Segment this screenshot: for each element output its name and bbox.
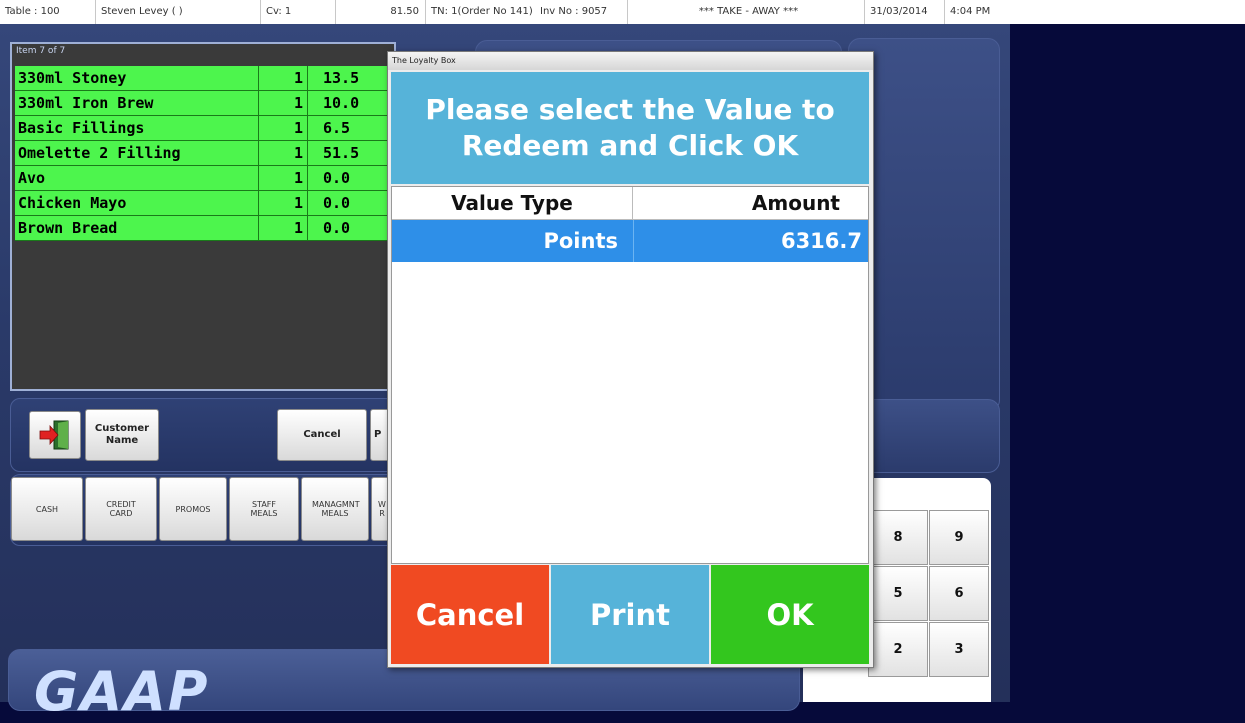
- partial-action-label: P: [374, 429, 382, 440]
- cash-label: CASH: [35, 504, 59, 514]
- item-price: 13.5: [323, 69, 360, 87]
- amount-cell: 6316.7: [780, 229, 862, 253]
- item-price: 10.0: [323, 94, 360, 112]
- exit-button[interactable]: [29, 411, 81, 459]
- item-qty: 1: [258, 141, 308, 165]
- item-qty: 1: [258, 91, 308, 115]
- loyalty-dialog: The Loyalty Box Please select the Value …: [387, 51, 874, 668]
- staff-meals-label: STAFF MEALS: [250, 500, 278, 518]
- dialog-print-label: Print: [589, 597, 670, 632]
- numpad-key-3[interactable]: 3: [929, 622, 989, 677]
- dialog-cancel-label: Cancel: [415, 597, 525, 632]
- numpad-key-6[interactable]: 6: [929, 566, 989, 621]
- value-type-cell: Points: [543, 229, 618, 253]
- promos-button[interactable]: PROMOS: [159, 477, 227, 541]
- dialog-ok-label: OK: [766, 597, 814, 632]
- status-time: 4:04 PM: [944, 0, 1014, 24]
- dialog-titlebar: The Loyalty Box: [388, 52, 873, 70]
- dialog-ok-button[interactable]: OK: [711, 565, 869, 664]
- cash-button[interactable]: CASH: [11, 477, 83, 541]
- cancel-order-label: Cancel: [303, 429, 341, 440]
- item-price: 0.0: [323, 194, 351, 212]
- status-mode: *** TAKE - AWAY ***: [627, 0, 864, 24]
- promos-label: PROMOS: [175, 504, 211, 514]
- item-price: 0.0: [323, 219, 351, 237]
- order-row[interactable]: Omelette 2 Filling 1 51.5: [15, 141, 394, 166]
- exit-icon: [39, 420, 69, 450]
- dialog-instruction-line1: Please select the Value to: [425, 93, 835, 126]
- item-price: 51.5: [323, 144, 360, 162]
- order-row[interactable]: Basic Fillings 1 6.5: [15, 116, 394, 141]
- status-tn: TN: 1(Order No 141): [425, 0, 535, 24]
- item-price: 6.5: [323, 119, 351, 137]
- item-qty: 1: [258, 116, 308, 140]
- dialog-header: Please select the Value to Redeem and Cl…: [391, 72, 869, 184]
- numpad-key-8[interactable]: 8: [868, 510, 928, 565]
- item-count: Item 7 of 7: [16, 46, 66, 56]
- status-bar: Table : 100 Steven Levey ( ) Cv: 1 81.50…: [0, 0, 1245, 24]
- numpad-key-2[interactable]: 2: [868, 622, 928, 677]
- credit-card-label: CREDIT CARD: [106, 500, 136, 518]
- status-customer: Steven Levey ( ): [95, 0, 260, 24]
- item-name: 330ml Stoney: [18, 69, 127, 87]
- order-row[interactable]: Avo 1 0.0: [15, 166, 394, 191]
- dialog-print-button[interactable]: Print: [551, 565, 709, 664]
- item-name: Omelette 2 Filling: [18, 144, 181, 162]
- item-name: Chicken Mayo: [18, 194, 127, 212]
- order-list[interactable]: Item 7 of 7 330ml Stoney 1 13.5 330ml Ir…: [10, 42, 396, 391]
- column-header-value-type: Value Type: [392, 187, 633, 219]
- payment-bar: CASH CREDIT CARD PROMOS STAFF MEALS MANA…: [10, 474, 412, 546]
- numpad-key-5[interactable]: 5: [868, 566, 928, 621]
- order-row[interactable]: 330ml Stoney 1 13.5: [15, 66, 394, 91]
- item-price: 0.0: [323, 169, 351, 187]
- item-qty: 1: [258, 216, 308, 240]
- item-qty: 1: [258, 66, 308, 90]
- customer-name-button[interactable]: Customer Name: [85, 409, 159, 461]
- order-row[interactable]: Brown Bread 1 0.0: [15, 216, 394, 241]
- value-row-points[interactable]: Points 6316.7: [392, 220, 868, 262]
- item-name: 330ml Iron Brew: [18, 94, 154, 112]
- customer-name-label: Customer Name: [94, 423, 150, 446]
- dialog-cancel-button[interactable]: Cancel: [391, 565, 549, 664]
- partial-payment-label: W R: [378, 500, 386, 518]
- brand-logo: GAAP: [34, 660, 210, 723]
- management-meals-button[interactable]: MANAGMNT MEALS: [301, 477, 369, 541]
- management-meals-label: MANAGMNT MEALS: [312, 500, 360, 518]
- status-table: Table : 100: [5, 6, 60, 17]
- numpad-key-9[interactable]: 9: [929, 510, 989, 565]
- item-name: Brown Bread: [18, 219, 118, 237]
- order-row[interactable]: 330ml Iron Brew 1 10.0: [15, 91, 394, 116]
- action-bar: Customer Name Cancel P: [10, 398, 412, 472]
- redeem-value-table: Value Type Amount Points 6316.7: [391, 186, 869, 564]
- credit-card-button[interactable]: CREDIT CARD: [85, 477, 157, 541]
- item-qty: 1: [258, 166, 308, 190]
- order-row[interactable]: Chicken Mayo 1 0.0: [15, 191, 394, 216]
- status-total: 81.50: [335, 0, 425, 24]
- column-header-amount: Amount: [633, 187, 868, 219]
- dialog-instruction-line2: Redeem and Click OK: [461, 129, 799, 162]
- status-invoice: Inv No : 9057: [540, 6, 608, 17]
- item-name: Basic Fillings: [18, 119, 145, 137]
- staff-meals-button[interactable]: STAFF MEALS: [229, 477, 299, 541]
- status-covers: Cv: 1: [260, 0, 335, 24]
- item-qty: 1: [258, 191, 308, 215]
- status-date: 31/03/2014: [864, 0, 944, 24]
- cancel-order-button[interactable]: Cancel: [277, 409, 367, 461]
- item-name: Avo: [18, 169, 46, 187]
